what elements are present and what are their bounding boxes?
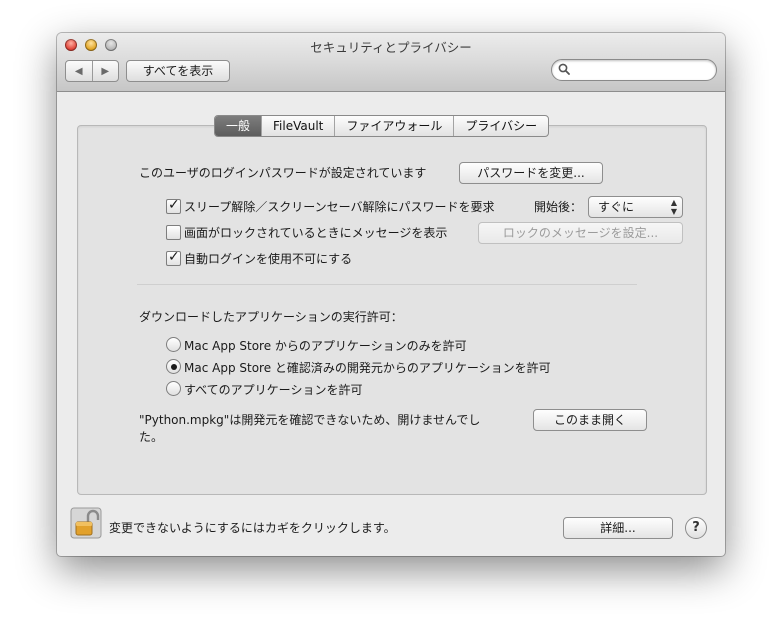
tab-general[interactable]: 一般 (215, 116, 262, 136)
tab-bar: 一般 FileVault ファイアウォール プライバシー (214, 115, 550, 137)
up-down-arrows-icon: ▲ ▼ (670, 198, 677, 216)
require-password-checkbox[interactable]: ✓ (166, 197, 181, 214)
advanced-button[interactable]: 詳細... (563, 517, 673, 539)
show-all-button[interactable]: すべてを表示 (126, 60, 230, 82)
radio-app-store-only[interactable] (166, 337, 181, 352)
forward-button[interactable]: ▶ (91, 61, 119, 81)
radio-app-store-identified[interactable] (166, 359, 181, 374)
download-heading: ダウンロードしたアプリケーションの実行許可： (139, 310, 403, 324)
search-field[interactable] (551, 59, 717, 81)
radio-anywhere-label: すべてのアプリケーションを許可 (184, 383, 363, 397)
search-input[interactable] (574, 61, 712, 79)
window-title: セキュリティとプライバシー (310, 40, 472, 55)
chevron-left-icon: ◀ (74, 65, 83, 77)
password-status-text: このユーザのログインパスワードが設定されています (139, 166, 427, 180)
tab-filevault[interactable]: FileVault (261, 116, 334, 136)
require-password-label: スリープ解除／スクリーンセーバ解除にパスワードを要求 (184, 200, 495, 214)
open-anyway-button[interactable]: このまま開く (533, 409, 647, 431)
change-password-button[interactable]: パスワードを変更... (459, 162, 603, 184)
tab-privacy[interactable]: プライバシー (453, 116, 548, 136)
after-label: 開始後： (534, 200, 583, 214)
password-delay-value: すぐに (598, 200, 635, 214)
section-divider (137, 284, 637, 285)
radio-selected-dot (170, 363, 177, 370)
show-message-checkbox[interactable] (166, 225, 181, 240)
tab-firewall[interactable]: ファイアウォール (334, 116, 453, 136)
blocked-app-message-cont: た。 (139, 430, 164, 444)
set-lock-message-button[interactable]: ロックのメッセージを設定... (478, 222, 683, 244)
checkmark-icon: ✓ (168, 249, 180, 265)
disable-autologin-label: 自動ログインを使用不可にする (184, 252, 353, 266)
radio-app-store-identified-label: Mac App Store と確認済みの開発元からのアプリケーションを許可 (184, 361, 551, 375)
checkmark-icon: ✓ (168, 197, 180, 213)
show-message-label: 画面がロックされているときにメッセージを表示 (184, 226, 448, 240)
password-delay-select[interactable]: すぐに ▲ ▼ (588, 196, 683, 218)
disable-autologin-checkbox[interactable]: ✓ (166, 249, 181, 266)
preferences-window: セキュリティとプライバシー ◀ ▶ すべてを表示 一般 FileVault ファ… (57, 33, 725, 556)
radio-app-store-only-label: Mac App Store からのアプリケーションのみを許可 (184, 339, 467, 353)
unlocked-padlock-icon[interactable] (70, 507, 102, 539)
back-forward-group: ◀ ▶ (65, 60, 119, 82)
help-button[interactable]: ? (685, 517, 707, 539)
lock-hint-text: 変更できないようにするにはカギをクリックします。 (109, 521, 396, 535)
search-icon (558, 63, 570, 75)
blocked-app-message: "Python.mpkg"は開発元を確認できないため、開けませんでし (139, 413, 481, 427)
chevron-right-icon: ▶ (101, 65, 110, 77)
back-button[interactable]: ◀ (66, 61, 92, 81)
radio-anywhere[interactable] (166, 381, 181, 396)
title-bar: セキュリティとプライバシー ◀ ▶ すべてを表示 (57, 33, 725, 92)
